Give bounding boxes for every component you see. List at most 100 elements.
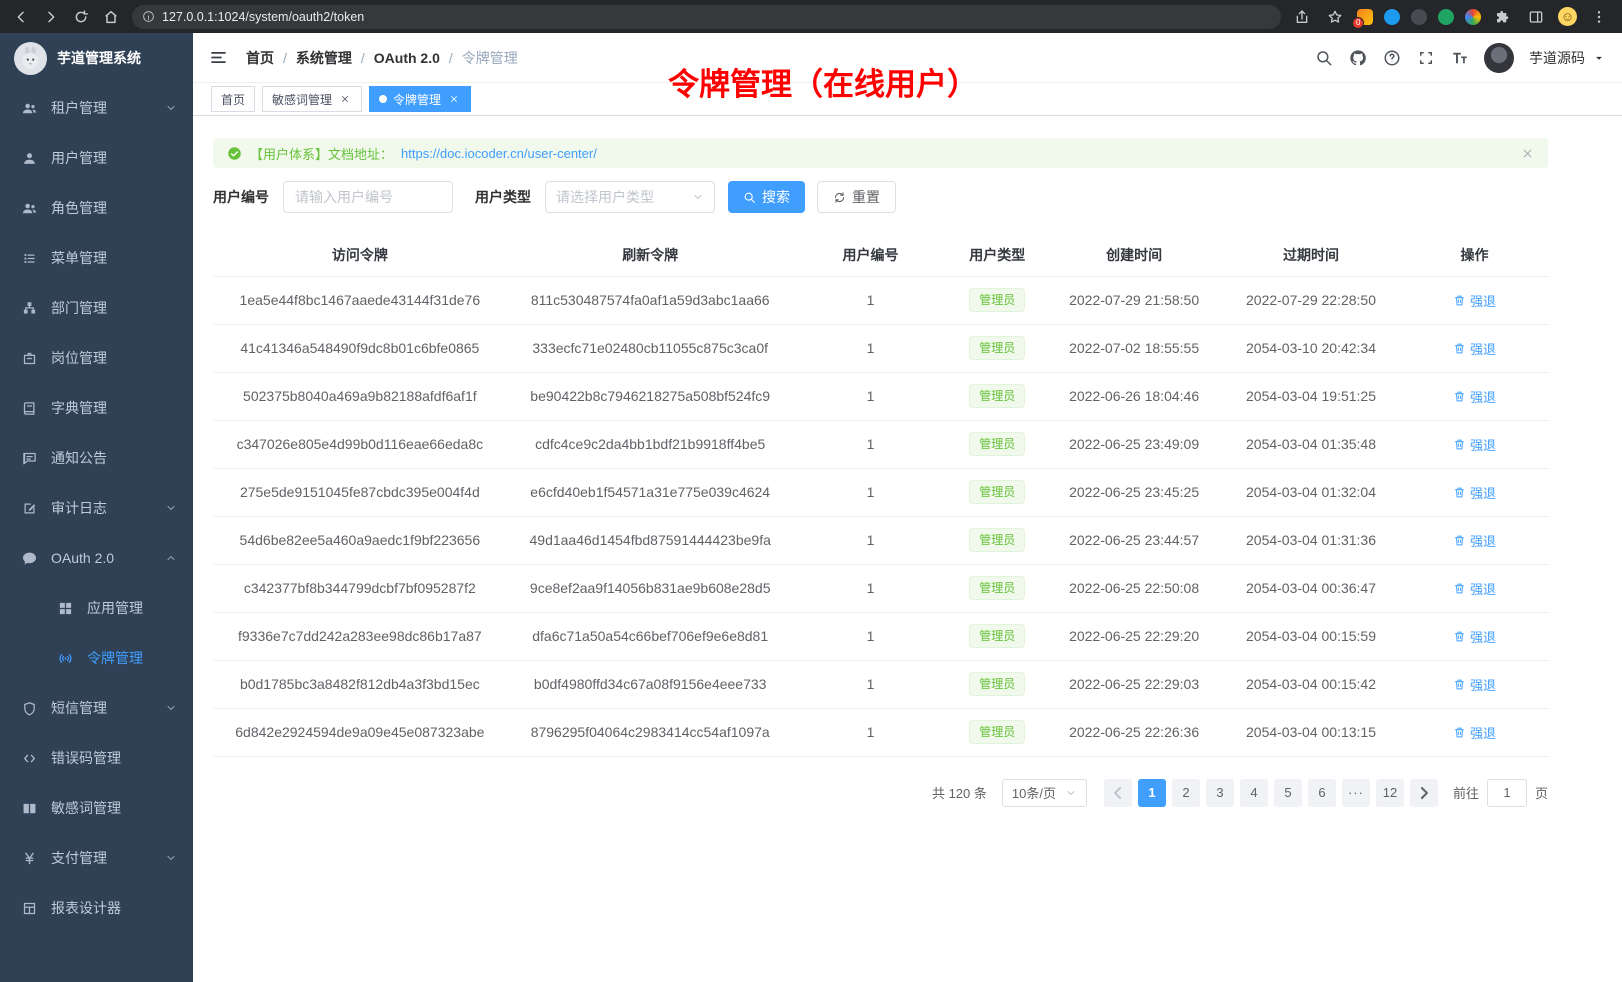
force-logout-button[interactable]: 强退 <box>1453 387 1496 406</box>
breadcrumb-item[interactable]: 系统管理 <box>296 48 352 68</box>
reload-icon[interactable] <box>70 6 92 28</box>
page-button-1[interactable]: 1 <box>1138 779 1166 807</box>
cell-action: 强退 <box>1401 516 1548 564</box>
tab-close-icon[interactable] <box>447 92 461 106</box>
sidebar-item-oauth2[interactable]: OAuth 2.0 <box>0 533 193 583</box>
bubble-icon <box>22 551 37 566</box>
cell-action: 强退 <box>1401 564 1548 612</box>
help-icon[interactable] <box>1383 49 1401 67</box>
breadcrumb-item[interactable]: 首页 <box>246 48 274 68</box>
sidebar-item-report[interactable]: 报表设计器 <box>0 883 193 933</box>
app-logo[interactable]: 芋道管理系统 <box>0 33 193 83</box>
sidebar-item-role[interactable]: 角色管理 <box>0 183 193 233</box>
sidebar-item-label: 通知公告 <box>51 448 107 468</box>
page-button-3[interactable]: 3 <box>1206 779 1234 807</box>
sidebar-item-sensitive-word[interactable]: 敏感词管理 <box>0 783 193 833</box>
pagination-next-button[interactable] <box>1410 779 1438 807</box>
home-icon[interactable] <box>100 6 122 28</box>
address-bar[interactable]: 127.0.0.1:1024/system/oauth2/token <box>132 5 1281 29</box>
force-logout-button[interactable]: 强退 <box>1453 627 1496 646</box>
sidebar-item-audit-log[interactable]: 审计日志 <box>0 483 193 533</box>
fontsize-icon[interactable] <box>1451 49 1469 67</box>
profile-avatar-icon[interactable]: ☺ <box>1558 7 1577 26</box>
cell-user_id: 1 <box>794 324 948 372</box>
page-button-2[interactable]: 2 <box>1172 779 1200 807</box>
back-icon[interactable] <box>10 6 32 28</box>
search-button-icon <box>743 191 756 204</box>
cell-refresh_token: 811c530487574fa0af1a59d3abc1aa66 <box>507 276 794 324</box>
site-info-icon[interactable] <box>142 10 155 23</box>
cell-access_token: 54d6be82ee5a460a9aedc1f9bf223656 <box>213 516 507 564</box>
ext-green-icon[interactable] <box>1438 9 1454 25</box>
sidebar-item-notice[interactable]: 通知公告 <box>0 433 193 483</box>
force-logout-button[interactable]: 强退 <box>1453 435 1496 454</box>
user-id-input[interactable] <box>283 181 453 213</box>
force-logout-button[interactable]: 强退 <box>1453 579 1496 598</box>
user-type-badge: 管理员 <box>969 576 1025 600</box>
alert-close-icon[interactable] <box>1521 147 1534 160</box>
share-icon[interactable] <box>1291 6 1313 28</box>
sidebar-toggle-icon[interactable] <box>209 48 228 67</box>
page-button-6[interactable]: 6 <box>1308 779 1336 807</box>
pagination-pages: 123456···12 <box>1101 779 1441 807</box>
sidebar-item-sms[interactable]: 短信管理 <box>0 683 193 733</box>
ext-blue-icon[interactable] <box>1384 9 1400 25</box>
tab-sensitive-word[interactable]: 敏感词管理 <box>262 86 362 112</box>
trash-icon <box>1453 726 1466 739</box>
user-type-select[interactable]: 请选择用户类型 <box>545 181 715 213</box>
sidebar-item-post[interactable]: 岗位管理 <box>0 333 193 383</box>
cell-create_time: 2022-07-02 18:55:55 <box>1047 324 1221 372</box>
reset-button[interactable]: 重置 <box>817 181 896 213</box>
tab-close-icon[interactable] <box>338 92 352 106</box>
chevron-up-icon <box>165 552 177 564</box>
cell-access_token: b0d1785bc3a8482f812db4a3f3bd15ec <box>213 660 507 708</box>
page-button-5[interactable]: 5 <box>1274 779 1302 807</box>
ext-dark-icon[interactable] <box>1411 9 1427 25</box>
search-icon[interactable] <box>1315 49 1333 67</box>
page-button-4[interactable]: 4 <box>1240 779 1268 807</box>
breadcrumb-item[interactable]: OAuth 2.0 <box>374 50 440 66</box>
sidebar-item-oauth2-app[interactable]: 应用管理 <box>0 583 193 633</box>
force-logout-button[interactable]: 强退 <box>1453 339 1496 358</box>
force-logout-button[interactable]: 强退 <box>1453 531 1496 550</box>
cell-refresh_token: b0df4980ffd34c67a08f9156e4eee733 <box>507 660 794 708</box>
search-button[interactable]: 搜索 <box>728 181 805 213</box>
app-frame: 芋道管理系统 租户管理用户管理角色管理菜单管理部门管理岗位管理字典管理通知公告审… <box>0 33 1622 982</box>
user-menu-caret-icon[interactable] <box>1592 51 1606 65</box>
user-name[interactable]: 芋道源码 <box>1529 48 1585 68</box>
fullscreen-icon[interactable] <box>1417 49 1435 67</box>
alert-doc-link[interactable]: https://doc.iocoder.cn/user-center/ <box>401 146 597 161</box>
sidebar-item-dict[interactable]: 字典管理 <box>0 383 193 433</box>
sidebar-item-label: 报表设计器 <box>51 898 121 918</box>
sidebar-item-dept[interactable]: 部门管理 <box>0 283 193 333</box>
page-button-12[interactable]: 12 <box>1376 779 1404 807</box>
sidebar-item-user[interactable]: 用户管理 <box>0 133 193 183</box>
table-row: 54d6be82ee5a460a9aedc1f9bf22365649d1aa46… <box>213 516 1548 564</box>
tab-oauth2-token[interactable]: 令牌管理 <box>369 86 471 112</box>
goto-page-input[interactable] <box>1487 779 1527 807</box>
force-logout-button[interactable]: 强退 <box>1453 483 1496 502</box>
page-size-select[interactable]: 10条/页 <box>1002 779 1087 807</box>
ext-orange-icon[interactable]: 0 <box>1357 9 1373 25</box>
sidebar-item-error-code[interactable]: 错误码管理 <box>0 733 193 783</box>
extensions-icon[interactable] <box>1492 6 1514 28</box>
sidebar-item-menu[interactable]: 菜单管理 <box>0 233 193 283</box>
sidebar-item-tenant[interactable]: 租户管理 <box>0 83 193 133</box>
force-logout-button[interactable]: 强退 <box>1453 675 1496 694</box>
table-row: 275e5de9151045fe87cbdc395e004f4de6cfd40e… <box>213 468 1548 516</box>
bookmark-star-icon[interactable] <box>1324 6 1346 28</box>
cell-action: 强退 <box>1401 468 1548 516</box>
pagination-prev-button[interactable] <box>1104 779 1132 807</box>
force-logout-button[interactable]: 强退 <box>1453 291 1496 310</box>
user-avatar[interactable] <box>1484 43 1514 73</box>
ext-color-icon[interactable] <box>1465 9 1481 25</box>
force-logout-button[interactable]: 强退 <box>1453 723 1496 742</box>
tab-home[interactable]: 首页 <box>211 86 255 112</box>
pagination-more[interactable]: ··· <box>1342 779 1370 807</box>
sidebar-item-pay[interactable]: 支付管理 <box>0 833 193 883</box>
github-icon[interactable] <box>1349 49 1367 67</box>
sidebar-item-oauth2-token[interactable]: 令牌管理 <box>0 633 193 683</box>
forward-icon[interactable] <box>40 6 62 28</box>
browser-menu-icon[interactable] <box>1588 6 1610 28</box>
side-panel-icon[interactable] <box>1525 6 1547 28</box>
